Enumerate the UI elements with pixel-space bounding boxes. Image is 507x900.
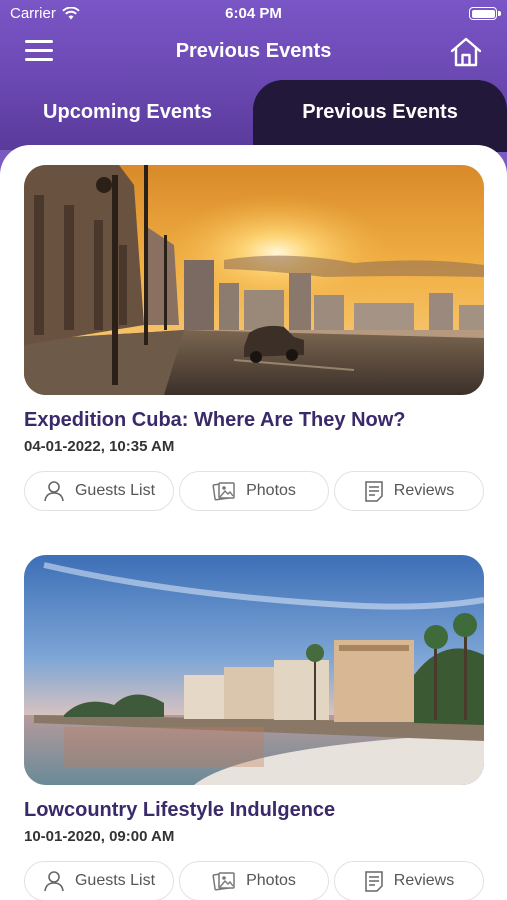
event-date: 10-01-2020, 09:00 AM — [24, 828, 175, 845]
guests-list-label: Guests List — [74, 482, 156, 499]
guests-list-button[interactable]: Guests List — [24, 861, 174, 900]
event-actions: Guests List Photos Reviews — [24, 861, 484, 900]
status-bar: Carrier 6:04 PM — [0, 0, 507, 28]
battery-tip — [498, 11, 501, 16]
clock: 6:04 PM — [225, 5, 282, 22]
photos-label: Photos — [246, 872, 296, 889]
photos-label: Photos — [246, 482, 296, 499]
reviews-label: Reviews — [393, 872, 455, 889]
person-icon — [44, 871, 64, 892]
reviews-button[interactable]: Reviews — [334, 861, 484, 900]
event-date: 04-01-2022, 10:35 AM — [24, 438, 175, 455]
reviews-label: Reviews — [393, 482, 455, 499]
event-card[interactable]: Expedition Cuba: Where Are They Now? 04-… — [24, 165, 484, 511]
nav-bar: Previous Events — [0, 30, 507, 74]
event-actions: Guests List Photos Reviews — [24, 471, 484, 511]
event-tabs: Upcoming Events Previous Events — [0, 80, 507, 152]
guests-list-label: Guests List — [74, 872, 156, 889]
person-icon — [44, 481, 64, 502]
tab-label: Previous Events — [302, 101, 458, 123]
photo-gallery-icon — [212, 872, 235, 891]
tab-upcoming-events[interactable]: Upcoming Events — [0, 80, 255, 152]
photos-button[interactable]: Photos — [179, 471, 329, 511]
charleston-battery-waterfront-photo[interactable] — [24, 555, 484, 785]
events-list[interactable]: Expedition Cuba: Where Are They Now? 04-… — [0, 145, 507, 900]
reviews-document-icon — [365, 481, 383, 502]
tab-label: Upcoming Events — [43, 101, 212, 123]
havana-malecon-sunset-photo[interactable] — [24, 165, 484, 395]
home-icon[interactable] — [449, 36, 483, 68]
battery-icon — [469, 7, 497, 20]
reviews-document-icon — [365, 871, 383, 892]
page-title: Previous Events — [175, 40, 332, 62]
guests-list-button[interactable]: Guests List — [24, 471, 174, 511]
tab-previous-events[interactable]: Previous Events — [253, 80, 507, 152]
event-card[interactable]: Lowcountry Lifestyle Indulgence 10-01-20… — [24, 555, 484, 900]
event-title[interactable]: Expedition Cuba: Where Are They Now? — [24, 409, 484, 432]
photos-button[interactable]: Photos — [179, 861, 329, 900]
event-title[interactable]: Lowcountry Lifestyle Indulgence — [24, 799, 484, 822]
reviews-button[interactable]: Reviews — [334, 471, 484, 511]
photo-gallery-icon — [212, 482, 235, 501]
